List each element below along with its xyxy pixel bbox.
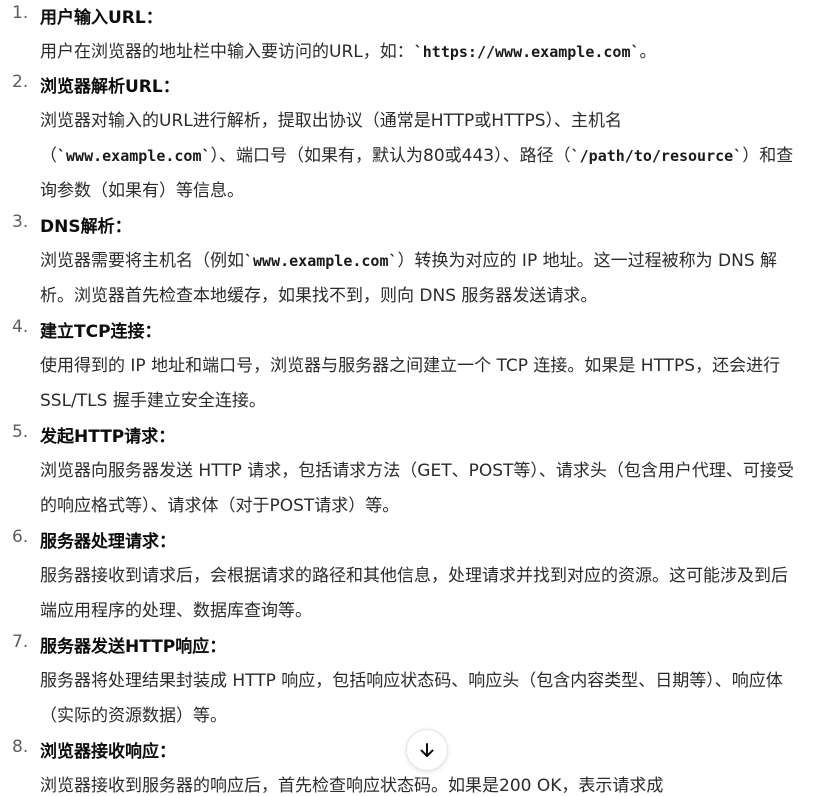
item-number: 5. [12, 422, 29, 442]
item-body: 用户在浏览器的地址栏中输入要访问的URL，如：`https://www.exam… [40, 35, 800, 70]
item-number: 3. [12, 212, 29, 232]
item-body: 服务器将处理结果封装成 HTTP 响应，包括响应状态码、响应头（包含内容类型、日… [40, 664, 800, 734]
list-item: 7. 服务器发送HTTP响应： 服务器将处理结果封装成 HTTP 响应，包括响应… [0, 629, 819, 734]
item-body: 浏览器接收到服务器的响应后，首先检查响应状态码。如果是200 OK，表示请求成 [40, 769, 800, 796]
item-title: 服务器处理请求： [40, 531, 176, 552]
inline-code: `https://www.example.com` [413, 43, 640, 61]
item-number: 4. [12, 317, 29, 337]
body-text: 使用得到的 IP 地址和端口号，浏览器与服务器之间建立一个 TCP 连接。如果是… [40, 356, 781, 411]
item-title: 浏览器解析URL： [40, 76, 180, 97]
body-text: 浏览器接收到服务器的响应后，首先检查响应状态码。如果是200 OK，表示请求成 [40, 776, 664, 796]
item-body: 浏览器向服务器发送 HTTP 请求，包括请求方法（GET、POST等）、请求头（… [40, 454, 800, 524]
item-number: 2. [12, 72, 29, 92]
list-item: 1. 用户输入URL： 用户在浏览器的地址栏中输入要访问的URL，如：`http… [0, 0, 819, 69]
answer-ordered-list: 1. 用户输入URL： 用户在浏览器的地址栏中输入要访问的URL，如：`http… [0, 0, 819, 796]
item-body: 浏览器对输入的URL进行解析，提取出协议（通常是HTTP或HTTPS）、主机名（… [40, 104, 800, 209]
body-text: 。 [639, 42, 657, 62]
item-body: 浏览器需要将主机名（例如`www.example.com`）转换为对应的 IP … [40, 244, 800, 314]
item-body: 服务器接收到请求后，会根据请求的路径和其他信息，处理请求并找到对应的资源。这可能… [40, 559, 800, 629]
item-title: 服务器发送HTTP响应： [40, 636, 227, 657]
scroll-to-bottom-button[interactable] [406, 729, 448, 771]
body-text: 用户在浏览器的地址栏中输入要访问的URL，如： [40, 42, 414, 62]
item-title: 建立TCP连接： [40, 321, 162, 342]
list-item: 5. 发起HTTP请求： 浏览器向服务器发送 HTTP 请求，包括请求方法（GE… [0, 419, 819, 524]
body-text: 浏览器需要将主机名（例如 [40, 251, 244, 271]
body-text: 服务器将处理结果封装成 HTTP 响应，包括响应状态码、响应头（包含内容类型、日… [40, 671, 783, 726]
body-text: 服务器接收到请求后，会根据请求的路径和其他信息，处理请求并找到对应的资源。这可能… [40, 566, 788, 621]
inline-code: `/path/to/resource` [570, 147, 743, 165]
item-body: 使用得到的 IP 地址和端口号，浏览器与服务器之间建立一个 TCP 连接。如果是… [40, 349, 800, 419]
inline-code: `www.example.com` [57, 147, 211, 165]
item-title: 发起HTTP请求： [40, 426, 176, 447]
body-text: 浏览器向服务器发送 HTTP 请求，包括请求方法（GET、POST等）、请求头（… [40, 461, 794, 516]
list-item: 2. 浏览器解析URL： 浏览器对输入的URL进行解析，提取出协议（通常是HTT… [0, 69, 819, 209]
item-title: 用户输入URL： [40, 7, 163, 28]
item-number: 8. [12, 737, 29, 757]
body-text: ）、端口号（如果有，默认为80或443）、路径（ [210, 146, 571, 166]
item-number: 1. [12, 3, 29, 23]
item-number: 6. [12, 527, 29, 547]
list-item: 4. 建立TCP连接： 使用得到的 IP 地址和端口号，浏览器与服务器之间建立一… [0, 314, 819, 419]
inline-code: `www.example.com` [244, 252, 398, 270]
list-item: 6. 服务器处理请求： 服务器接收到请求后，会根据请求的路径和其他信息，处理请求… [0, 524, 819, 629]
list-item: 3. DNS解析： 浏览器需要将主机名（例如`www.example.com`）… [0, 209, 819, 314]
arrow-down-icon [418, 741, 436, 759]
item-title: DNS解析： [40, 216, 132, 237]
item-number: 7. [12, 632, 29, 652]
